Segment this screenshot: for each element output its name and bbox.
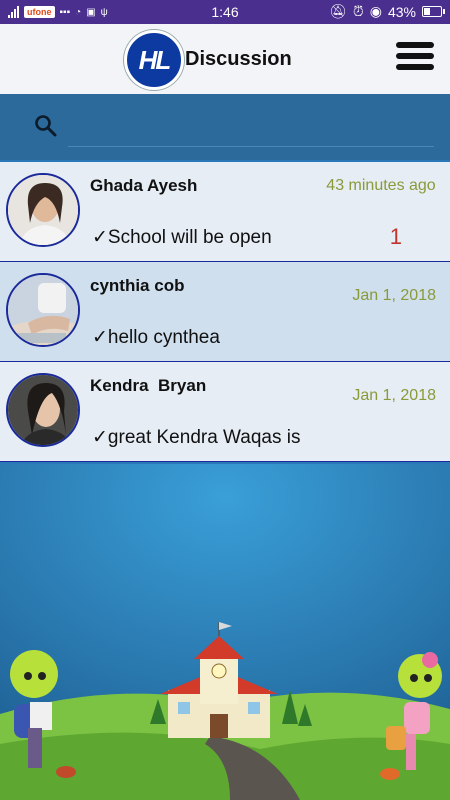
avatar bbox=[6, 273, 80, 347]
conversation-row[interactable]: Kendra Bryan ✓great Kendra Waqas is Jan … bbox=[0, 362, 450, 462]
checkmark-icon: ✓ bbox=[92, 427, 108, 448]
eye-icon: ◉ bbox=[369, 3, 382, 19]
last-message: ✓hello cynthea bbox=[92, 326, 220, 349]
status-bar: ufone ▪▪▪ ◔ ▣ ψ 1:46 🔕︎ ⏰︎ ◉ 43% bbox=[0, 0, 450, 24]
alarm-icon: ⏰︎ bbox=[352, 3, 364, 19]
page-title: Discussion bbox=[185, 48, 292, 70]
last-message-text: great Kendra Waqas is bbox=[107, 427, 301, 448]
message-time: Jan 1, 2018 bbox=[352, 287, 436, 304]
app-bar: HL Discussion bbox=[0, 24, 450, 94]
conversation-list: Ghada Ayesh ✓School will be open 43 minu… bbox=[0, 162, 450, 462]
search-input[interactable] bbox=[68, 116, 434, 147]
avatar bbox=[6, 173, 80, 247]
contact-name: Ghada Ayesh bbox=[90, 176, 198, 195]
contact-name: Kendra Bryan bbox=[90, 376, 207, 395]
search-icon[interactable] bbox=[34, 114, 58, 138]
battery-icon bbox=[422, 6, 445, 17]
hamburger-menu-icon[interactable] bbox=[396, 42, 434, 74]
app-logo-text: HL bbox=[138, 44, 172, 75]
background-illustration bbox=[0, 464, 450, 800]
battery-percent: 43% bbox=[387, 3, 416, 20]
mute-icon: 🔕︎ bbox=[329, 3, 347, 19]
checkmark-icon: ✓ bbox=[92, 327, 108, 348]
last-message: ✓School will be open bbox=[92, 226, 272, 249]
message-time: 43 minutes ago bbox=[326, 177, 436, 194]
last-message-text: School will be open bbox=[107, 227, 272, 248]
conversation-row[interactable]: cynthia cob ✓hello cynthea Jan 1, 2018 bbox=[0, 262, 450, 362]
last-message: ✓great Kendra Waqas is bbox=[92, 426, 300, 449]
checkmark-icon: ✓ bbox=[92, 227, 108, 248]
unread-count: 1 bbox=[389, 224, 402, 249]
message-time: Jan 1, 2018 bbox=[352, 387, 436, 404]
app-logo: HL bbox=[124, 30, 184, 90]
avatar bbox=[6, 373, 80, 447]
search-bar bbox=[0, 94, 450, 160]
conversation-row[interactable]: Ghada Ayesh ✓School will be open 43 minu… bbox=[0, 162, 450, 262]
contact-name: cynthia cob bbox=[90, 276, 185, 295]
last-message-text: hello cynthea bbox=[107, 327, 220, 348]
